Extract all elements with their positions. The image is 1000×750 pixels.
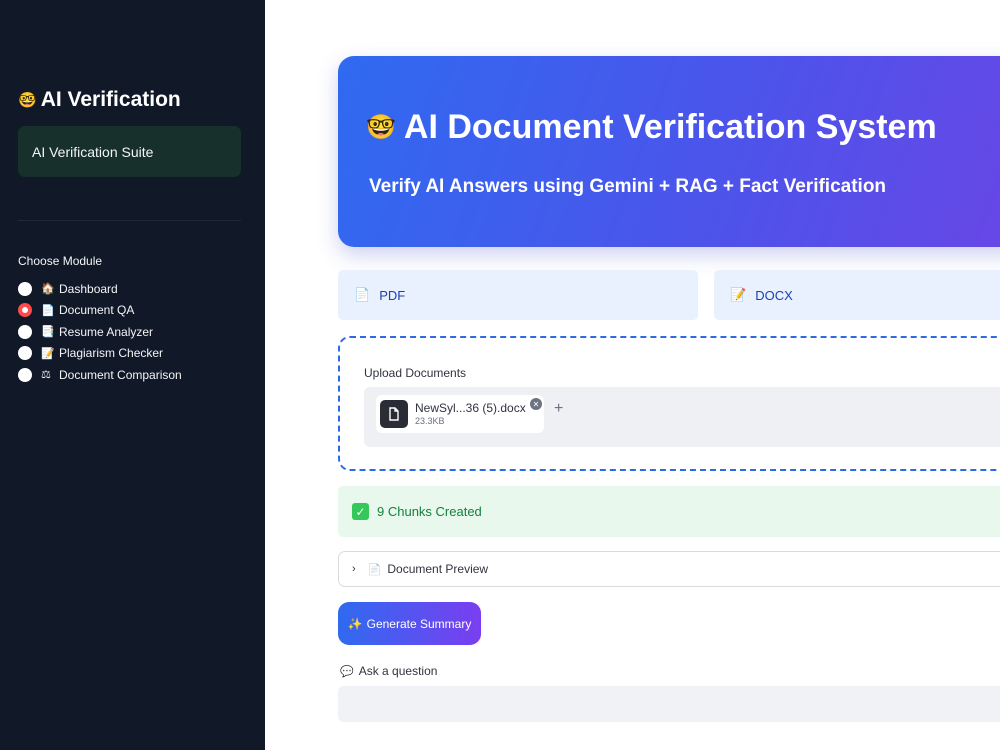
check-mark-icon: ✓ [352,503,369,520]
document-preview-expander[interactable]: › 📄 Document Preview [338,551,1000,587]
question-label: 💬 Ask a question [340,664,437,678]
remove-file-icon[interactable]: ✕ [530,398,542,410]
file-type-label: PDF [379,287,406,303]
expander-label: Document Preview [387,562,489,576]
chevron-right-icon: › [352,563,356,575]
module-radio-label: Choose Module [18,254,103,268]
file-type-pdf: 📄 PDF [338,270,698,320]
module-radio-group: 🏠 Dashboard 📄 Document QA 📑 Resume Analy… [18,278,182,386]
sidebar-title-text: AI Verification [40,88,181,111]
radio-button[interactable] [18,281,32,296]
memo-icon: 📝 [41,347,55,360]
module-option-label: Resume Analyzer [59,324,154,339]
module-option-label: Document QA [59,303,135,318]
page-icon: 📄 [354,287,371,302]
module-option-plagiarism-checker[interactable]: 📝 Plagiarism Checker [18,343,182,365]
page-title: 🤓 AI Document Verification System [366,108,937,147]
uploaded-file-size: 23.3KB [415,416,445,426]
module-option-label: Document Comparison [59,367,182,382]
module-option-document-qa[interactable]: 📄 Document QA [18,300,182,322]
speech-bubble-icon: 💬 [340,665,354,678]
file-type-docx: 📝 DOCX [714,270,1000,320]
suite-info-box: AI Verification Suite [18,126,241,177]
uploaded-file-name: NewSyl...36 (5).docx [415,401,526,415]
nerd-face-icon: 🤓 [366,114,396,141]
radio-button-selected[interactable] [18,303,32,318]
sidebar-divider [18,220,241,221]
add-file-button[interactable]: + [554,400,563,418]
radio-button[interactable] [18,324,32,339]
module-option-label: Dashboard [59,281,118,296]
module-option-resume-analyzer[interactable]: 📑 Resume Analyzer [18,321,182,343]
page-title-text: AI Document Verification System [403,108,937,146]
file-icon [380,400,408,428]
module-option-document-comparison[interactable]: ⚖ Document Comparison [18,364,182,386]
module-option-dashboard[interactable]: 🏠 Dashboard [18,278,182,300]
document-icon: 📄 [367,563,382,576]
upload-label: Upload Documents [364,366,467,380]
sparkles-icon: ✨ [347,616,363,631]
question-label-text: Ask a question [358,664,438,678]
document-icon: 📄 [41,304,55,317]
radio-button[interactable] [18,346,32,361]
nerd-face-icon: 🤓 [18,92,37,109]
hero-banner: 🤓 AI Document Verification System Verify… [338,56,1000,247]
sidebar-title: 🤓 AI Verification [18,88,181,112]
question-input[interactable] [338,686,1000,722]
page-subtitle: Verify AI Answers using Gemini + RAG + F… [369,176,887,197]
balance-scale-icon: ⚖ [41,369,51,382]
bookmark-tabs-icon: 📑 [41,326,55,339]
house-icon: 🏠 [41,283,55,296]
generate-summary-button[interactable]: ✨ Generate Summary [338,602,481,645]
file-uploader[interactable]: NewSyl...36 (5).docx 23.3KB ✕ + [364,387,1000,447]
sidebar: 🤓 AI Verification AI Verification Suite … [0,0,265,750]
memo-icon: 📝 [730,287,747,302]
success-alert: ✓ 9 Chunks Created [338,486,1000,537]
upload-dropzone: Upload Documents NewSyl...36 (5).docx 23… [338,336,1000,471]
button-label: Generate Summary [366,616,472,631]
uploaded-file-chip: NewSyl...36 (5).docx 23.3KB ✕ [376,395,544,433]
module-option-label: Plagiarism Checker [59,346,164,361]
file-type-label: DOCX [755,287,793,303]
radio-button[interactable] [18,367,32,382]
success-message: 9 Chunks Created [377,504,482,519]
